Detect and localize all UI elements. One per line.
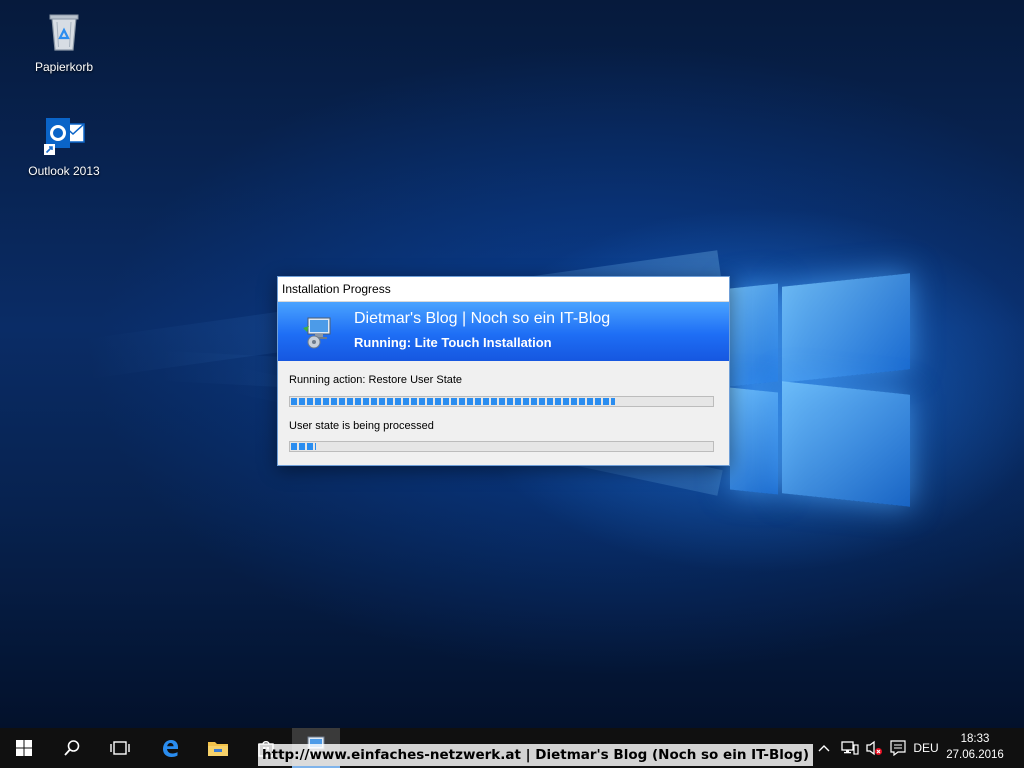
dialog-title: Installation Progress bbox=[282, 282, 391, 296]
desktop-icon-outlook[interactable]: Outlook 2013 bbox=[22, 112, 106, 178]
desktop-icon-label: Outlook 2013 bbox=[28, 164, 100, 178]
input-language-button[interactable]: DEU bbox=[910, 728, 942, 768]
dialog-banner: Dietmar's Blog | Noch so ein IT-Blog Run… bbox=[278, 302, 729, 361]
language-indicator: DEU bbox=[913, 741, 939, 755]
folder-icon bbox=[208, 742, 228, 756]
notification-icon bbox=[890, 740, 906, 756]
desktop-icon-recycle-bin[interactable]: Papierkorb bbox=[22, 8, 106, 74]
task-view-icon bbox=[110, 741, 130, 755]
network-icon bbox=[841, 741, 859, 755]
status-progress-fill bbox=[291, 443, 317, 450]
network-button[interactable] bbox=[838, 728, 862, 768]
action-center-button[interactable] bbox=[886, 728, 910, 768]
dialog-body: Running action: Restore User State User … bbox=[278, 361, 729, 464]
desktop: Papierkorb Outlook 2013 Installation Pro… bbox=[0, 0, 1024, 728]
speaker-muted-icon bbox=[866, 740, 882, 756]
computer-setup-icon bbox=[300, 314, 336, 350]
clock-time: 18:33 bbox=[960, 733, 990, 745]
dialog-title-bar[interactable]: Installation Progress bbox=[278, 277, 729, 302]
edge-browser-icon bbox=[163, 740, 178, 757]
taskbar: http://www.einfaches-netzwerk.at | Dietm… bbox=[0, 728, 1024, 768]
outlook-icon bbox=[40, 112, 88, 160]
search-icon bbox=[64, 740, 80, 756]
installation-progress-dialog: Installation Progress Dietmar's Blog | N… bbox=[277, 276, 730, 466]
windows-logo-wallpaper bbox=[720, 268, 920, 528]
status-progress-bar bbox=[289, 441, 714, 452]
clock[interactable]: 18:33 27.06.2016 bbox=[940, 731, 1010, 763]
chevron-up-icon bbox=[818, 745, 830, 752]
logo-pane bbox=[730, 387, 778, 495]
show-hidden-icons-button[interactable] bbox=[814, 728, 834, 768]
task-view-button[interactable] bbox=[96, 728, 144, 768]
logo-pane bbox=[782, 381, 910, 507]
banner-title: Dietmar's Blog | Noch so ein IT-Blog bbox=[354, 310, 611, 327]
logo-pane bbox=[730, 283, 778, 387]
recycle-bin-icon bbox=[40, 8, 88, 56]
windows-start-icon bbox=[16, 740, 32, 756]
edge-button[interactable] bbox=[146, 728, 194, 768]
file-explorer-button[interactable] bbox=[194, 728, 242, 768]
clock-date: 27.06.2016 bbox=[946, 749, 1004, 761]
action-label: Running action: Restore User State bbox=[289, 374, 463, 386]
banner-subtitle: Running: Lite Touch Installation bbox=[354, 335, 552, 350]
logo-pane bbox=[782, 273, 910, 383]
action-progress-bar bbox=[289, 396, 714, 407]
status-label: User state is being processed bbox=[289, 420, 434, 432]
desktop-icon-label: Papierkorb bbox=[34, 60, 94, 74]
blog-watermark: http://www.einfaches-netzwerk.at | Dietm… bbox=[258, 744, 814, 766]
action-progress-fill bbox=[291, 398, 616, 405]
search-button[interactable] bbox=[48, 728, 96, 768]
volume-button[interactable] bbox=[862, 728, 886, 768]
start-button[interactable] bbox=[0, 728, 48, 768]
